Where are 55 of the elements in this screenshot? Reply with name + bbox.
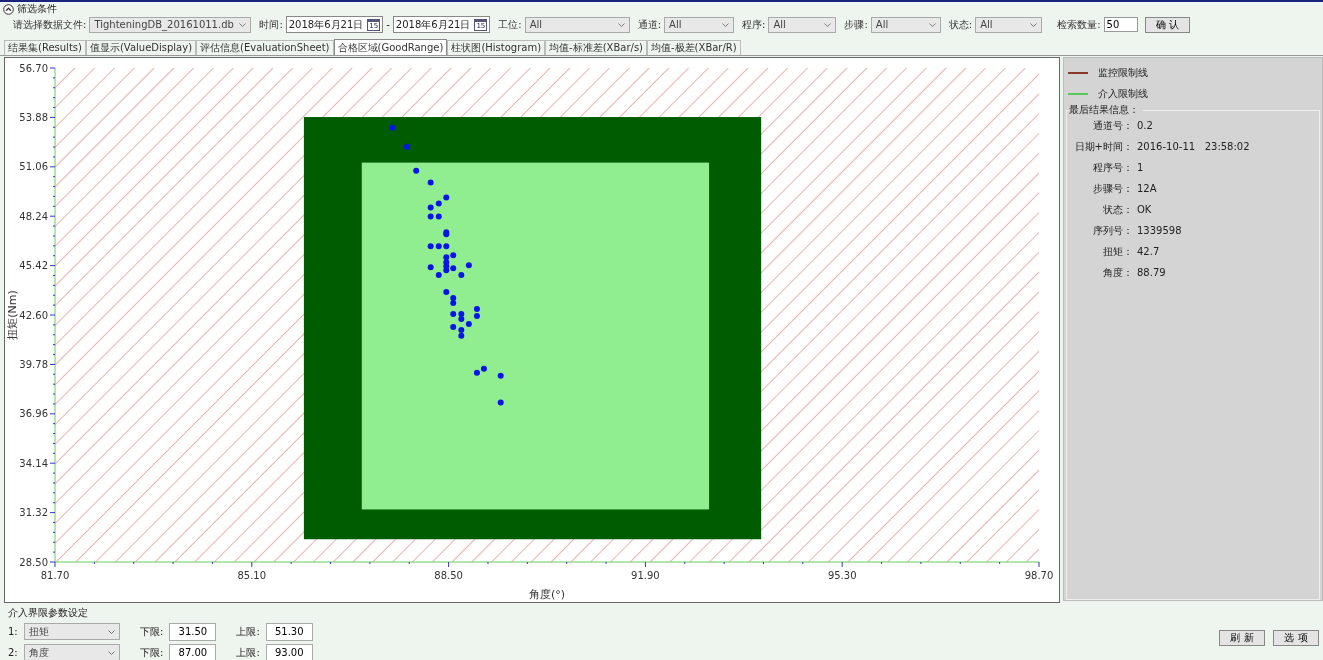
- filter-label: 工位:: [498, 17, 522, 32]
- y-tick-label: 31.32: [19, 507, 48, 519]
- filter-label: 程序:: [742, 17, 766, 32]
- legend-label: 监控限制线: [1098, 65, 1148, 80]
- row-index: 2:: [8, 647, 18, 658]
- range-separator: -: [386, 19, 390, 30]
- field-label: 通道号：: [1092, 118, 1133, 133]
- upper-limit-label: 上限:: [236, 624, 260, 639]
- y-tick-label: 45.42: [19, 260, 48, 272]
- limits-section-title: 介入界限参数设定: [8, 606, 89, 620]
- field-value: 0.2: [1137, 120, 1153, 131]
- y-tick-label: 51.06: [19, 161, 48, 173]
- lower-limit-label: 下限:: [140, 624, 164, 639]
- field-label: 序列号：: [1092, 223, 1133, 238]
- filter-label: 状态:: [948, 17, 973, 32]
- group-title: 最后结果信息：: [1069, 103, 1143, 117]
- legend-label: 介入限制线: [1098, 86, 1148, 101]
- field-label: 扭矩：: [1102, 244, 1133, 259]
- filter-label: 通道:: [637, 17, 662, 32]
- y-tick-label: 39.78: [19, 358, 48, 370]
- x-tick-label: 81.70: [40, 570, 70, 581]
- field-value: 42.7: [1137, 246, 1160, 257]
- y-axis-title: 扭矩(Nm): [6, 290, 19, 340]
- filter-section-title: 筛选条件: [17, 2, 57, 16]
- y-tick-label: 28.50: [19, 556, 48, 568]
- y-tick-label: 56.70: [19, 62, 48, 74]
- filter-label: 时间:: [259, 17, 283, 32]
- x-tick-label: 85.10: [237, 570, 267, 581]
- field-label: 日期+时间：: [1073, 139, 1133, 154]
- x-tick-label: 95.30: [827, 570, 857, 581]
- field-label: 步骤号：: [1092, 181, 1133, 196]
- filter-label: 步骤:: [844, 17, 868, 32]
- field-value: 1339598: [1137, 225, 1182, 236]
- field-value: 2016-10-11 23:58:02: [1137, 141, 1250, 152]
- y-tick-label: 34.14: [19, 457, 48, 469]
- x-tick-label: 88.50: [434, 570, 463, 581]
- upper-limit-label: 上限:: [236, 645, 260, 660]
- field-label: 角度：: [1102, 265, 1133, 280]
- row-index: 1:: [8, 626, 18, 637]
- field-value: 88.79: [1137, 267, 1166, 278]
- y-tick-label: 42.60: [19, 309, 48, 321]
- y-tick-label: 36.96: [19, 408, 48, 420]
- y-tick-label: 53.88: [19, 111, 48, 123]
- x-tick-label: 98.70: [1024, 570, 1054, 581]
- x-tick-label: 91.90: [631, 570, 660, 581]
- field-label: 状态：: [1102, 202, 1133, 217]
- field-value: 1: [1137, 162, 1144, 173]
- lower-limit-label: 下限:: [140, 645, 164, 660]
- field-label: 程序号：: [1092, 160, 1133, 175]
- x-axis-title: 角度(°): [528, 588, 566, 601]
- filter-label: 检索数量:: [1057, 17, 1101, 32]
- filter-label: 请选择数据文件:: [13, 17, 87, 32]
- y-tick-label: 48.24: [19, 210, 48, 222]
- field-value: 12A: [1137, 183, 1157, 194]
- field-value: OK: [1137, 204, 1152, 215]
